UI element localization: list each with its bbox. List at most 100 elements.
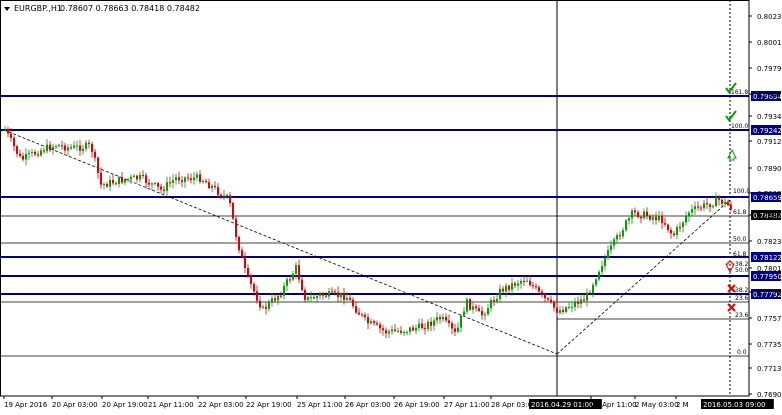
bear-candle[interactable] xyxy=(214,185,216,188)
bear-candle[interactable] xyxy=(550,299,552,302)
bull-candle[interactable] xyxy=(574,301,576,307)
bear-candle[interactable] xyxy=(235,218,237,237)
bear-candle[interactable] xyxy=(547,298,549,300)
bear-candle[interactable] xyxy=(709,204,711,207)
bull-candle[interactable] xyxy=(652,217,654,220)
bull-candle[interactable] xyxy=(127,179,129,181)
bull-candle[interactable] xyxy=(403,332,405,334)
bull-candle[interactable] xyxy=(427,321,429,329)
bull-candle[interactable] xyxy=(226,195,228,197)
bear-candle[interactable] xyxy=(136,175,138,180)
bear-candle[interactable] xyxy=(313,297,315,299)
bull-candle[interactable] xyxy=(319,293,321,297)
bull-candle[interactable] xyxy=(715,197,717,207)
bull-candle[interactable] xyxy=(580,299,582,304)
bear-candle[interactable] xyxy=(301,279,303,291)
bull-candle[interactable] xyxy=(310,297,312,299)
bear-candle[interactable] xyxy=(61,145,63,147)
bull-candle[interactable] xyxy=(616,235,618,240)
bull-candle[interactable] xyxy=(292,273,294,280)
bear-candle[interactable] xyxy=(250,275,252,285)
bear-candle[interactable] xyxy=(331,291,333,293)
bull-candle[interactable] xyxy=(505,285,507,292)
bear-candle[interactable] xyxy=(532,285,534,287)
bull-candle[interactable] xyxy=(139,174,141,180)
bear-candle[interactable] xyxy=(160,186,162,190)
bull-candle[interactable] xyxy=(328,291,330,297)
bear-candle[interactable] xyxy=(88,142,90,144)
bull-candle[interactable] xyxy=(442,316,444,320)
bear-candle[interactable] xyxy=(163,189,165,191)
bull-candle[interactable] xyxy=(526,280,528,282)
bull-candle[interactable] xyxy=(316,296,318,299)
bull-candle[interactable] xyxy=(340,293,342,298)
bear-candle[interactable] xyxy=(475,306,477,309)
bull-candle[interactable] xyxy=(592,284,594,294)
bear-candle[interactable] xyxy=(259,300,261,308)
bull-candle[interactable] xyxy=(172,180,174,183)
bear-candle[interactable] xyxy=(544,294,546,299)
bear-candle[interactable] xyxy=(421,323,423,329)
bull-candle[interactable] xyxy=(622,230,624,237)
bull-candle[interactable] xyxy=(307,297,309,300)
bull-candle[interactable] xyxy=(460,315,462,328)
bear-candle[interactable] xyxy=(541,291,543,295)
bear-candle[interactable] xyxy=(148,182,150,185)
bear-candle[interactable] xyxy=(667,224,669,231)
bull-candle[interactable] xyxy=(511,283,513,290)
bear-candle[interactable] xyxy=(13,137,15,147)
bear-candle[interactable] xyxy=(379,324,381,329)
bull-candle[interactable] xyxy=(631,210,633,219)
bear-candle[interactable] xyxy=(649,216,651,220)
bear-candle[interactable] xyxy=(367,317,369,324)
bear-candle[interactable] xyxy=(721,199,723,204)
bull-candle[interactable] xyxy=(610,245,612,251)
bull-candle[interactable] xyxy=(211,185,213,189)
bear-candle[interactable] xyxy=(358,312,360,315)
bull-candle[interactable] xyxy=(286,279,288,286)
bull-candle[interactable] xyxy=(28,152,30,154)
bear-candle[interactable] xyxy=(298,265,300,280)
bear-candle[interactable] xyxy=(100,172,102,185)
bear-candle[interactable] xyxy=(157,183,159,187)
bear-candle[interactable] xyxy=(34,152,36,155)
bear-candle[interactable] xyxy=(730,205,732,210)
bear-candle[interactable] xyxy=(445,316,447,321)
bull-candle[interactable] xyxy=(391,329,393,332)
bull-candle[interactable] xyxy=(613,239,615,246)
bear-candle[interactable] xyxy=(256,291,258,301)
bull-candle[interactable] xyxy=(388,331,390,334)
bear-candle[interactable] xyxy=(697,206,699,208)
bear-candle[interactable] xyxy=(238,236,240,251)
bear-candle[interactable] xyxy=(94,151,96,158)
bear-candle[interactable] xyxy=(244,256,246,269)
bear-candle[interactable] xyxy=(478,308,480,311)
bear-candle[interactable] xyxy=(142,174,144,176)
bear-candle[interactable] xyxy=(637,212,639,217)
bull-candle[interactable] xyxy=(559,310,561,313)
bear-candle[interactable] xyxy=(583,299,585,301)
bull-candle[interactable] xyxy=(517,283,519,286)
bull-candle[interactable] xyxy=(496,298,498,302)
bear-candle[interactable] xyxy=(454,328,456,332)
bull-candle[interactable] xyxy=(67,147,69,151)
bull-candle[interactable] xyxy=(46,144,48,152)
bull-candle[interactable] xyxy=(703,203,705,209)
bear-candle[interactable] xyxy=(121,177,123,183)
bear-candle[interactable] xyxy=(199,174,201,182)
bear-candle[interactable] xyxy=(562,310,564,312)
bull-candle[interactable] xyxy=(85,142,87,149)
bull-candle[interactable] xyxy=(499,288,501,299)
bear-candle[interactable] xyxy=(673,233,675,236)
bear-candle[interactable] xyxy=(589,292,591,294)
bull-candle[interactable] xyxy=(124,179,126,183)
bull-candle[interactable] xyxy=(25,153,27,160)
bull-candle[interactable] xyxy=(268,302,270,309)
bull-candle[interactable] xyxy=(628,218,630,221)
bear-candle[interactable] xyxy=(373,321,375,324)
bear-candle[interactable] xyxy=(448,320,450,324)
bear-candle[interactable] xyxy=(79,145,81,151)
bear-candle[interactable] xyxy=(364,314,366,318)
bull-candle[interactable] xyxy=(370,321,372,324)
bull-candle[interactable] xyxy=(643,211,645,219)
